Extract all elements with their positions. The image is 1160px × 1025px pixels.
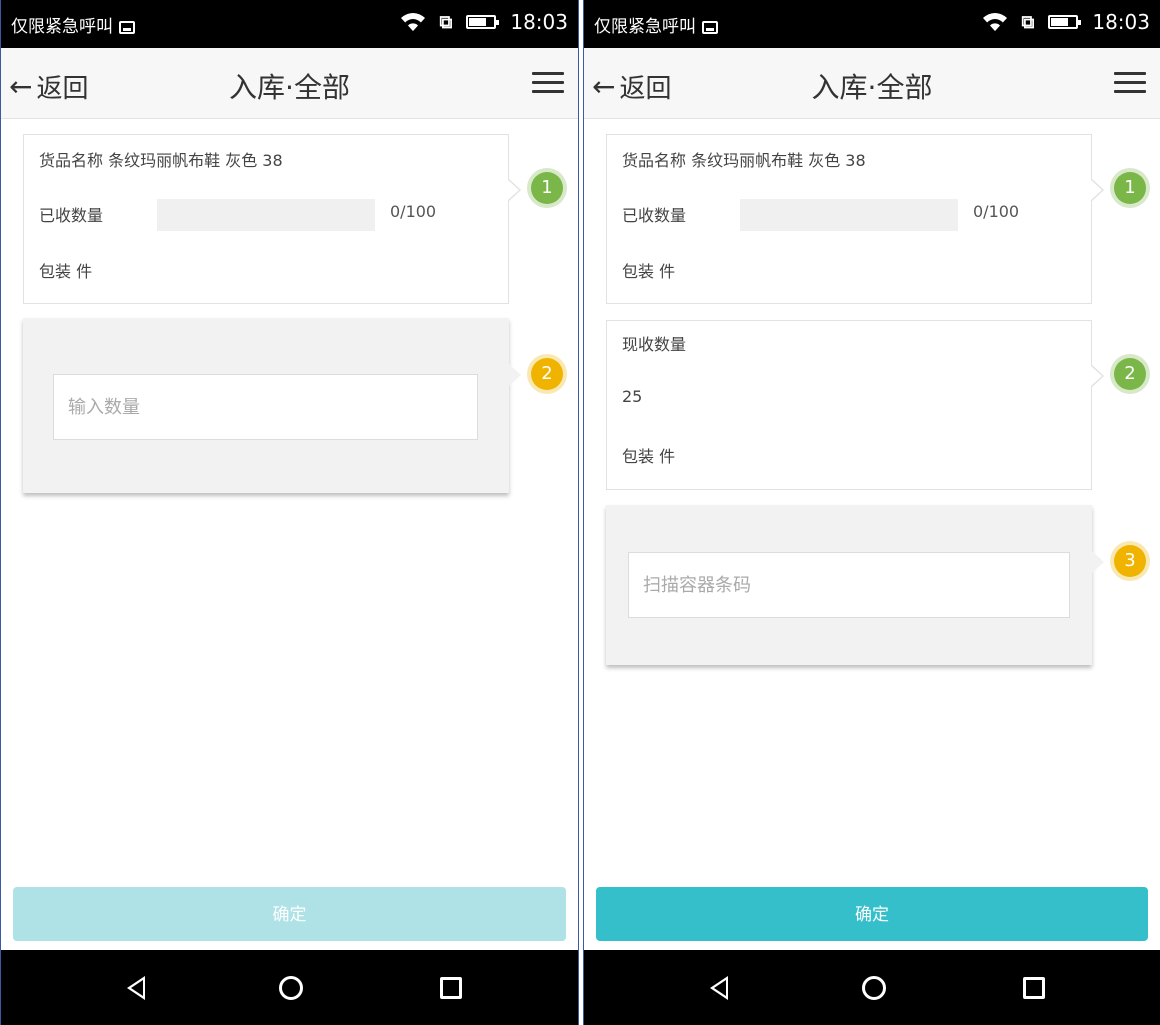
battery-icon <box>466 15 500 29</box>
packaging-label: 包装 件 <box>39 262 93 281</box>
quantity-input[interactable] <box>54 375 477 439</box>
status-icons: ⧉ 18:03 <box>400 10 568 34</box>
current-quantity-value: 25 <box>622 387 643 406</box>
step-badge-2: 2 <box>1114 358 1146 390</box>
system-back-icon[interactable] <box>117 968 157 1008</box>
packaging-label: 包装 件 <box>622 262 676 281</box>
system-nav-bar <box>1 950 578 1025</box>
recent-apps-icon[interactable] <box>431 968 471 1008</box>
card-pointer <box>1091 365 1104 387</box>
current-quantity-card: 现收数量 25 包装 件 <box>606 320 1092 490</box>
page-title: 入库·全部 <box>229 71 350 104</box>
packaging-label: 包装 件 <box>622 447 676 466</box>
carrier-text: 仅限紧急呼叫 <box>11 17 113 37</box>
container-scan-panel <box>606 505 1092 665</box>
wifi-icon <box>982 11 1008 33</box>
current-quantity-label: 现收数量 <box>622 335 687 354</box>
step-badge-2: 2 <box>531 358 563 390</box>
product-name-row: 货品名称 条纹玛丽帆布鞋 灰色 38 <box>39 147 283 171</box>
status-bar: 仅限紧急呼叫 ⧉ 18:03 <box>584 0 1160 48</box>
top-nav-bar: ← 返回 入库·全部 <box>1 48 578 119</box>
step-badge-1: 1 <box>531 172 563 204</box>
panel-pointer <box>1092 551 1104 573</box>
carrier-text: 仅限紧急呼叫 <box>594 17 696 37</box>
home-icon[interactable] <box>854 968 894 1008</box>
received-ratio: 0/100 <box>973 202 1020 221</box>
phone-screen-left: 仅限紧急呼叫 ⧉ 18:03 ← 返回 入库·全部 货品名称 条纹玛丽帆布鞋 灰… <box>0 0 579 1025</box>
carrier-label: 仅限紧急呼叫 <box>594 12 718 37</box>
hamburger-menu-icon[interactable] <box>1114 72 1146 94</box>
received-quantity-label: 已收数量 <box>622 206 687 225</box>
panel-pointer <box>509 364 521 386</box>
container-input-box <box>628 552 1070 618</box>
product-name-value: 条纹玛丽帆布鞋 灰色 38 <box>691 151 866 170</box>
phone-screen-right: 仅限紧急呼叫 ⧉ 18:03 ← 返回 入库·全部 货品名称 条纹玛丽帆布鞋 灰… <box>583 0 1160 1025</box>
card-pointer <box>508 179 521 201</box>
status-icons: ⧉ 18:03 <box>982 10 1150 34</box>
container-barcode-input[interactable] <box>629 553 1069 617</box>
product-info-card: 货品名称 条纹玛丽帆布鞋 灰色 38 已收数量 0/100 包装 件 <box>23 134 509 304</box>
wifi-icon <box>400 11 426 33</box>
card-pointer <box>1091 179 1104 201</box>
received-quantity-label: 已收数量 <box>39 206 104 225</box>
image-notification-icon <box>702 21 718 34</box>
battery-icon <box>1048 15 1082 29</box>
received-progress-bar <box>740 199 958 231</box>
quantity-input-panel <box>23 318 509 493</box>
step-badge-1: 1 <box>1114 172 1146 204</box>
received-progress-bar <box>157 199 375 231</box>
recent-apps-icon[interactable] <box>1014 968 1054 1008</box>
product-info-card: 货品名称 条纹玛丽帆布鞋 灰色 38 已收数量 0/100 包装 件 <box>606 134 1092 304</box>
image-notification-icon <box>119 21 135 34</box>
clock: 18:03 <box>1092 10 1150 34</box>
system-back-icon[interactable] <box>700 968 740 1008</box>
clock: 18:03 <box>510 10 568 34</box>
product-name-row: 货品名称 条纹玛丽帆布鞋 灰色 38 <box>622 147 866 171</box>
sim-icon: ⧉ <box>1021 11 1035 33</box>
product-name-label: 货品名称 <box>622 151 687 170</box>
home-icon[interactable] <box>271 968 311 1008</box>
step-badge-3: 3 <box>1114 545 1146 577</box>
product-name-value: 条纹玛丽帆布鞋 灰色 38 <box>108 151 283 170</box>
confirm-button[interactable]: 确定 <box>596 887 1148 941</box>
confirm-button[interactable]: 确定 <box>13 887 566 941</box>
quantity-input-box <box>53 374 478 440</box>
product-name-label: 货品名称 <box>39 151 104 170</box>
top-nav-bar: ← 返回 入库·全部 <box>584 48 1160 119</box>
carrier-label: 仅限紧急呼叫 <box>11 12 135 37</box>
hamburger-menu-icon[interactable] <box>532 72 564 94</box>
page-title: 入库·全部 <box>811 71 933 104</box>
system-nav-bar <box>584 950 1160 1025</box>
sim-icon: ⧉ <box>439 11 453 33</box>
received-ratio: 0/100 <box>390 202 437 221</box>
status-bar: 仅限紧急呼叫 ⧉ 18:03 <box>1 0 578 48</box>
